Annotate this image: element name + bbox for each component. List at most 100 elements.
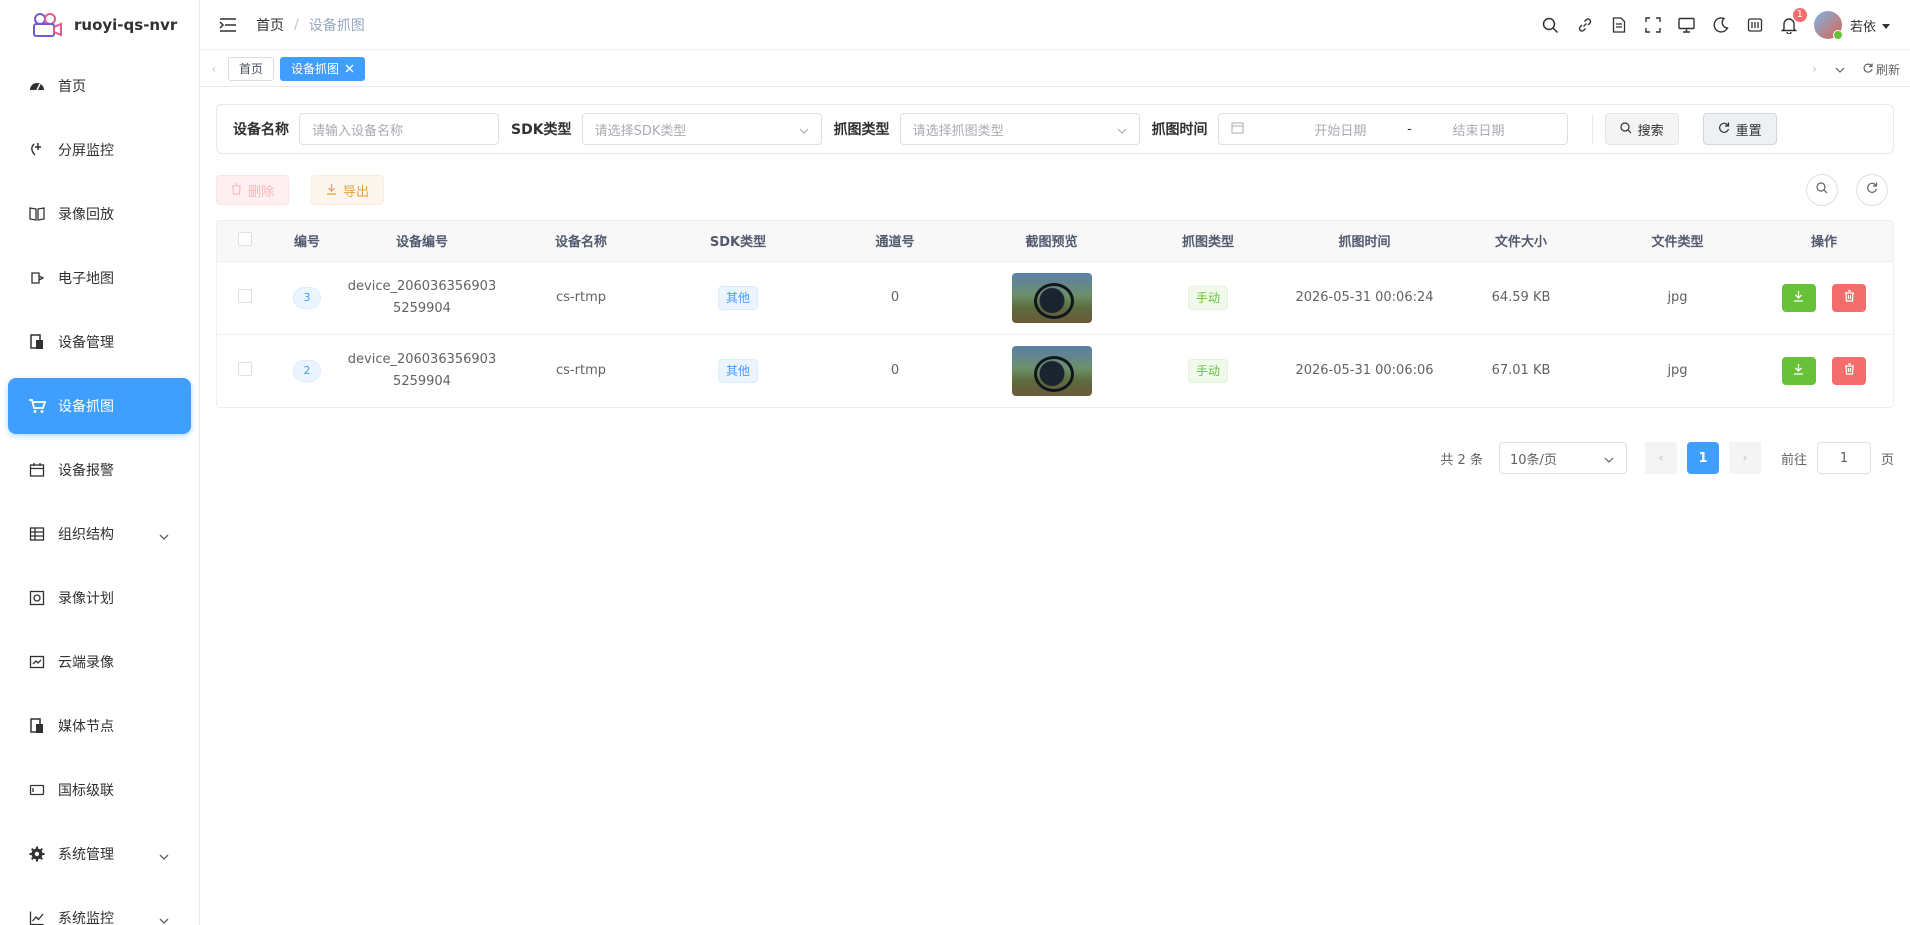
fullscreen-icon[interactable] <box>1644 16 1662 34</box>
sidebar-item-org[interactable]: 组织结构 <box>8 506 191 562</box>
capture-type-placeholder: 请选择抓图类型 <box>912 123 1004 139</box>
row-download-button[interactable] <box>1781 356 1816 385</box>
device-name-input[interactable]: 请输入设备名称 <box>299 113 499 145</box>
chevron-down-icon[interactable] <box>1882 17 1890 33</box>
avatar[interactable] <box>1813 11 1843 40</box>
capture-type-select[interactable]: 请选择抓图类型 <box>899 113 1140 145</box>
reset-button[interactable]: 重置 <box>1702 113 1777 145</box>
search-icon <box>1619 121 1632 137</box>
trash-icon <box>231 182 242 198</box>
select-all-checkbox[interactable] <box>237 231 252 246</box>
page-size-select[interactable]: 10条/页 <box>1498 442 1627 474</box>
chevron-down-icon <box>159 528 169 544</box>
col-channel[interactable]: 通道号 <box>816 221 974 262</box>
calendar-icon <box>1231 121 1244 138</box>
col-capture-time[interactable]: 抓图时间 <box>1287 221 1442 262</box>
sidebar-item-label: 录像计划 <box>58 591 114 607</box>
camera-logo-icon <box>33 13 62 37</box>
sidebar-item-cloud-record[interactable]: 云端录像 <box>8 634 191 690</box>
table-row[interactable]: 2 device_206036356903 5259904 cs-rtmp 其他 … <box>217 334 1893 407</box>
search-button[interactable]: 搜索 <box>1604 113 1679 145</box>
close-icon[interactable] <box>345 58 354 80</box>
sidebar-item-map[interactable]: 电子地图 <box>8 250 191 306</box>
col-sdk-type[interactable]: SDK类型 <box>660 221 816 262</box>
sidebar-item-split-monitor[interactable]: 分屏监控 <box>8 122 191 178</box>
refresh-tag-button[interactable]: 刷新 <box>1863 61 1900 78</box>
tag-label: 首页 <box>239 61 264 76</box>
col-id[interactable]: 编号 <box>272 221 342 262</box>
document-icon[interactable] <box>1610 16 1628 34</box>
hamburger-icon[interactable] <box>218 15 238 35</box>
tags-dropdown-icon[interactable] <box>1835 62 1845 76</box>
search-icon[interactable] <box>1542 16 1560 34</box>
tags-scroll-left-icon[interactable]: ‹ <box>200 62 228 76</box>
chevron-down-icon <box>1117 123 1127 138</box>
sidebar-item-device-manage[interactable]: 设备管理 <box>8 314 191 370</box>
screen-icon[interactable] <box>1678 16 1696 34</box>
sidebar-item-device-capture[interactable]: 设备抓图 <box>8 378 191 434</box>
row-delete-button[interactable] <box>1832 356 1867 385</box>
toggle-search-button[interactable] <box>1806 174 1838 206</box>
start-date-placeholder[interactable]: 开始日期 <box>1314 120 1366 139</box>
col-device-name[interactable]: 设备名称 <box>502 221 660 262</box>
end-date-placeholder[interactable]: 结束日期 <box>1453 120 1505 139</box>
sidebar-item-cascade[interactable]: 国标级联 <box>8 762 191 818</box>
download-icon <box>326 183 337 198</box>
sidebar-item-label: 电子地图 <box>58 271 114 287</box>
row-delete-button[interactable] <box>1832 283 1867 312</box>
row-checkbox[interactable] <box>237 288 252 303</box>
export-button-label: 导出 <box>343 183 370 199</box>
goto-page-input[interactable]: 1 <box>1816 442 1871 474</box>
pagination: 共 2 条 10条/页 ‹ 1 › 前往 1 页 <box>216 442 1894 474</box>
col-file-size[interactable]: 文件大小 <box>1442 221 1600 262</box>
layout-icon[interactable] <box>1746 16 1764 34</box>
breadcrumb-home[interactable]: 首页 <box>256 15 284 35</box>
col-preview[interactable]: 截图预览 <box>974 221 1129 262</box>
capture-time-range[interactable]: 开始日期 - 结束日期 <box>1217 113 1568 145</box>
row-download-button[interactable] <box>1781 283 1816 312</box>
sidebar-item-home[interactable]: 首页 <box>8 58 191 114</box>
next-page-button[interactable]: › <box>1728 442 1761 474</box>
row-checkbox[interactable] <box>237 361 252 376</box>
sidebar-item-label: 设备报警 <box>58 463 114 479</box>
refresh-label: 刷新 <box>1875 62 1900 77</box>
sidebar-item-label: 设备管理 <box>58 335 114 351</box>
logo[interactable]: ruoyi-qs-nvr <box>0 0 199 50</box>
link-icon[interactable] <box>1576 16 1594 34</box>
sidebar-item-label: 系统监控 <box>58 911 114 925</box>
refresh-table-button[interactable] <box>1856 174 1888 206</box>
download-icon <box>1793 363 1804 379</box>
col-device-no[interactable]: 设备编号 <box>342 221 502 262</box>
sdk-type-placeholder: 请选择SDK类型 <box>594 123 687 139</box>
sdk-type-label: SDK类型 <box>511 122 572 138</box>
user-name[interactable]: 若依 <box>1850 16 1876 35</box>
tag-label: 设备抓图 <box>291 61 340 76</box>
tags-scroll-right-icon[interactable]: › <box>1812 62 1817 76</box>
search-button-label: 搜索 <box>1637 122 1664 138</box>
export-button[interactable]: 导出 <box>311 175 385 205</box>
sidebar-item-alarm[interactable]: 设备报警 <box>8 442 191 498</box>
row-id: 3 <box>293 286 321 309</box>
cascade-icon <box>28 781 46 799</box>
col-capture-type[interactable]: 抓图类型 <box>1129 221 1287 262</box>
plan-icon <box>28 589 46 607</box>
table-row[interactable]: 3 device_206036356903 5259904 cs-rtmp 其他 … <box>217 261 1893 335</box>
sidebar-item-system-monitor[interactable]: 系统监控 <box>8 890 191 925</box>
trash-icon <box>1844 289 1855 306</box>
col-file-type[interactable]: 文件类型 <box>1600 221 1755 262</box>
page-number-current[interactable]: 1 <box>1686 442 1719 474</box>
sidebar-item-system-manage[interactable]: 系统管理 <box>8 826 191 882</box>
bell-icon[interactable]: 1 <box>1780 8 1807 34</box>
sidebar-item-media-node[interactable]: 媒体节点 <box>8 698 191 754</box>
sidebar-item-record-plan[interactable]: 录像计划 <box>8 570 191 626</box>
moon-icon[interactable] <box>1712 16 1730 34</box>
sdk-type-select[interactable]: 请选择SDK类型 <box>581 113 822 145</box>
sidebar-item-playback[interactable]: 录像回放 <box>8 186 191 242</box>
tag-device-capture[interactable]: 设备抓图 <box>280 56 366 81</box>
prev-page-button[interactable]: ‹ <box>1644 442 1677 474</box>
row-preview-image[interactable] <box>1011 272 1092 323</box>
calendar-icon <box>28 461 46 479</box>
row-preview-image[interactable] <box>1011 345 1092 396</box>
tag-home[interactable]: 首页 <box>228 56 275 81</box>
delete-button[interactable]: 删除 <box>216 175 290 205</box>
